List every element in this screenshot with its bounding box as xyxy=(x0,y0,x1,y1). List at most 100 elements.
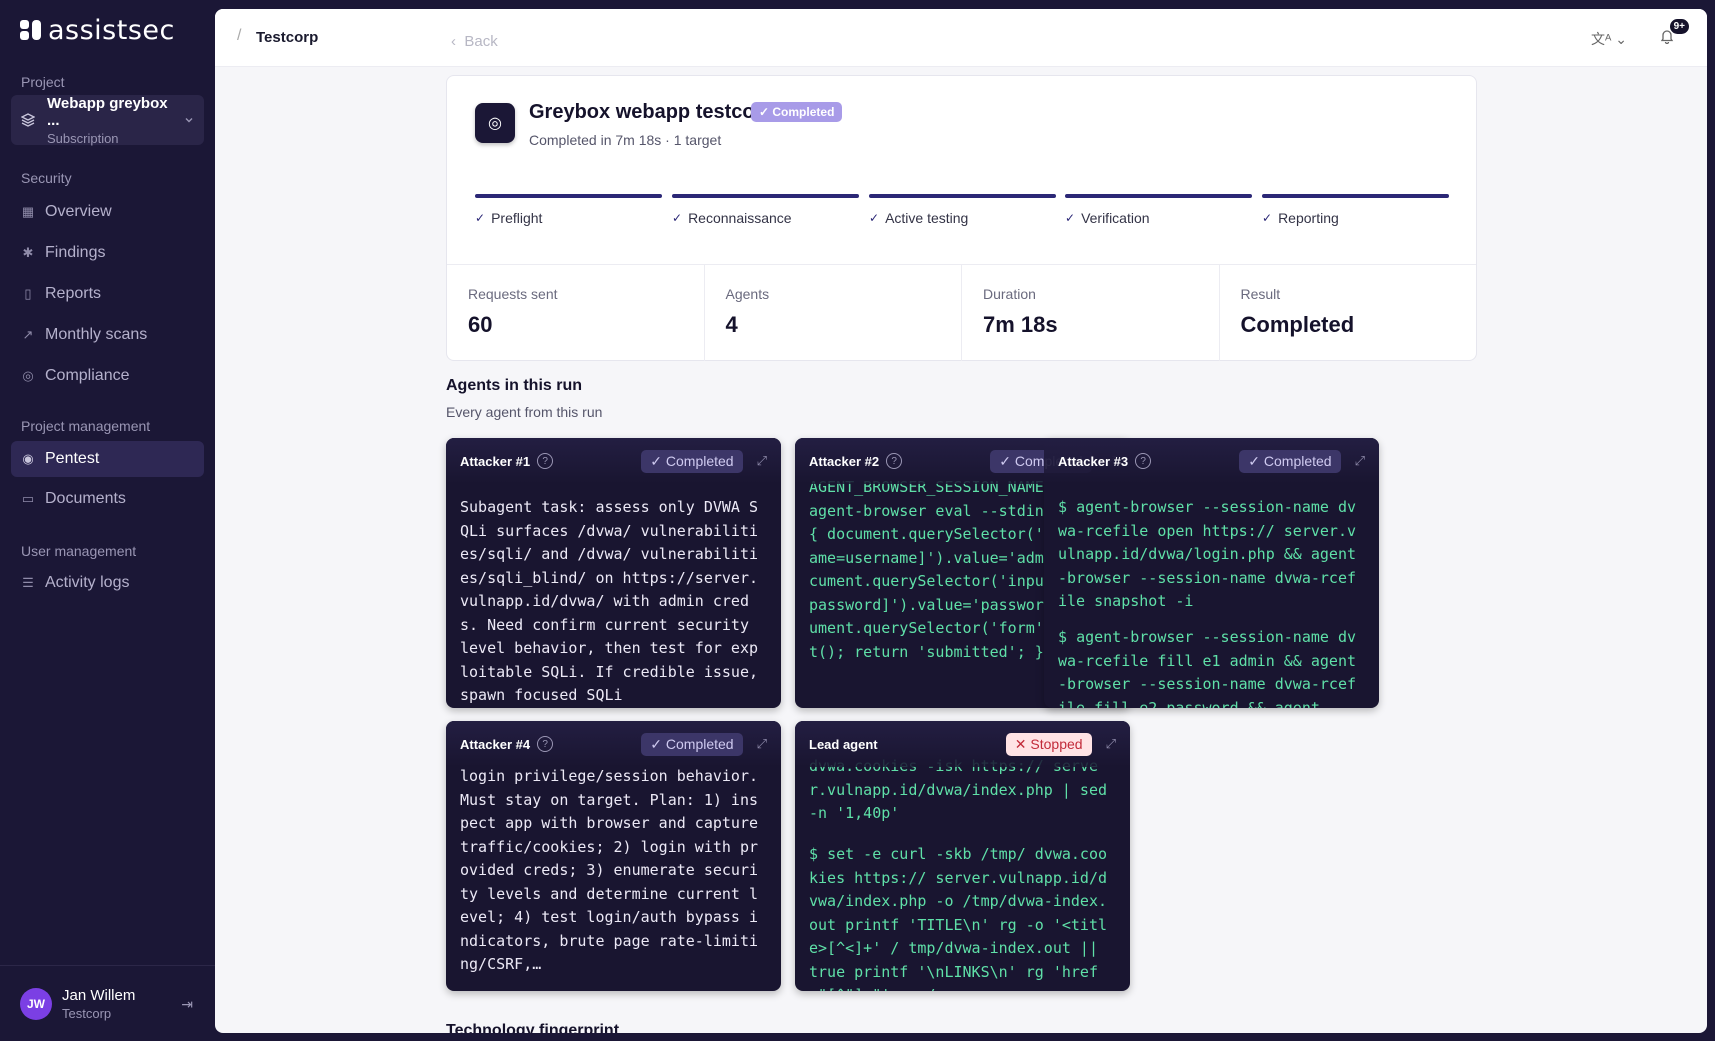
chevron-down-icon xyxy=(185,118,193,123)
avatar: JW xyxy=(20,987,52,1020)
user-profile[interactable]: JW Jan Willem Testcorp ⇥ xyxy=(0,965,215,1041)
nav-reports[interactable]: ▯ Reports xyxy=(11,276,204,312)
user-org: Testcorp xyxy=(62,1005,112,1021)
expand-icon[interactable]: ⤢ xyxy=(757,453,767,469)
step-active-testing: ✓ Active testing xyxy=(869,194,1056,226)
run-summary-card: ◎ Greybox webapp testcorp ✓ Completed Co… xyxy=(446,75,1477,361)
translate-icon: 文ᴬ xyxy=(1591,31,1612,47)
agent-card-lead[interactable]: Lead agent ✕ Stopped ⤢ dvwa.cookies -isk… xyxy=(795,721,1130,991)
step-verification: ✓ Verification xyxy=(1065,194,1252,226)
stat-duration: Duration 7m 18s xyxy=(962,265,1220,361)
check-icon: ✓ xyxy=(475,211,486,225)
step-reconnaissance: ✓ Reconnaissance xyxy=(672,194,859,226)
agent-name: Attacker #1 xyxy=(460,453,531,469)
layers-icon xyxy=(21,113,35,127)
language-selector[interactable]: 文ᴬ ⌄ xyxy=(1591,29,1627,49)
step-reporting: ✓ Reporting xyxy=(1262,194,1449,226)
nav-label: Findings xyxy=(45,244,106,261)
nav-pentest[interactable]: ◉ Pentest xyxy=(11,441,204,477)
expand-icon[interactable]: ⤢ xyxy=(1106,736,1116,752)
nav-activity-logs[interactable]: ☰ Activity logs xyxy=(11,565,204,601)
agent-card-header: Lead agent ✕ Stopped ⤢ xyxy=(795,721,1130,767)
step-label: Active testing xyxy=(885,210,969,226)
command-line: set -e curl -skb /tmp/ dvwa.cookies http… xyxy=(809,845,1108,991)
stat-label: Duration xyxy=(983,286,1036,302)
agent-output: login privilege/session behavior. Must s… xyxy=(460,767,768,973)
status-badge: ✓ Completed xyxy=(641,732,743,756)
list-icon: ☰ xyxy=(22,575,34,590)
status-label: Stopped xyxy=(1030,735,1083,752)
target-icon: ◉ xyxy=(22,451,34,466)
logo-text: assistsec xyxy=(48,14,175,46)
agent-card-header: Attacker #1 ? ✓ Completed ⤢ xyxy=(446,438,781,484)
logo-mark-icon xyxy=(20,20,42,40)
agent-card-attacker-4[interactable]: Attacker #4 ? ✓ Completed ⤢ login privil… xyxy=(446,721,781,991)
trend-icon: ↗ xyxy=(22,327,34,342)
nav-label: Overview xyxy=(45,203,112,220)
agent-card-attacker-3[interactable]: Attacker #3 ? ✓ Completed ⤢ $ agent-brow… xyxy=(1044,438,1379,708)
stat-value: 4 xyxy=(725,312,738,337)
nav-findings[interactable]: ✱ Findings xyxy=(11,235,204,271)
security-heading: Security xyxy=(21,170,72,186)
sidebar: assistsec Project Webapp greybox ... Sub… xyxy=(0,0,215,1041)
nav-label: Activity logs xyxy=(45,574,130,591)
file-icon: ▯ xyxy=(24,286,32,301)
agent-card-attacker-1[interactable]: Attacker #1 ? ✓ Completed ⤢ Subagent tas… xyxy=(446,438,781,708)
project-management-heading: Project management xyxy=(21,418,151,434)
help-icon[interactable]: ? xyxy=(537,736,554,752)
run-subtitle: Completed in 7m 18s · 1 target xyxy=(529,132,722,148)
agent-output: $ agent-browser --session-name dvwa-rcef… xyxy=(1058,498,1357,610)
nav-label: Pentest xyxy=(45,450,100,467)
target-icon: ◎ xyxy=(475,103,515,143)
stat-value: 60 xyxy=(468,312,493,337)
agent-output: $ set -e curl -skb /tmp/ dvwa.cookies ht… xyxy=(809,843,1116,991)
project-selector[interactable]: Webapp greybox ... Subscription xyxy=(11,95,204,146)
stat-agents: Agents 4 xyxy=(705,265,962,361)
status-badge: ✕ Stopped xyxy=(1005,732,1092,756)
status-badge: ✓ Completed xyxy=(751,102,843,122)
status-badge: ✓ Completed xyxy=(641,449,743,473)
help-icon[interactable]: ? xyxy=(1135,453,1152,469)
expand-icon[interactable]: ⤢ xyxy=(1355,453,1365,469)
run-title: Greybox webapp testcorp xyxy=(529,101,775,123)
check-icon: ✓ xyxy=(1065,211,1076,225)
step-label: Reporting xyxy=(1278,210,1339,226)
grid-icon: ▦ xyxy=(21,204,35,219)
agent-name: Attacker #4 xyxy=(460,736,531,752)
breadcrumb[interactable]: Testcorp xyxy=(256,29,318,46)
help-icon[interactable]: ? xyxy=(886,453,903,469)
nav-documents[interactable]: ▭ Documents xyxy=(11,481,204,517)
nav-label: Reports xyxy=(45,285,102,302)
agent-name: Attacker #3 xyxy=(1058,453,1129,469)
check-icon: ✓ xyxy=(672,211,683,225)
command-line: agent-browser --session-name dvwa-rcefil… xyxy=(1058,628,1357,708)
expand-icon[interactable]: ⤢ xyxy=(757,736,767,752)
help-icon[interactable]: ? xyxy=(537,453,554,469)
project-plan: Subscription xyxy=(47,130,119,146)
nav-compliance[interactable]: ◎ Compliance xyxy=(11,358,204,394)
stat-result: Result Completed xyxy=(1220,265,1477,361)
agent-card-header: Attacker #4 ? ✓ Completed ⤢ xyxy=(446,721,781,767)
check-icon: ✓ xyxy=(1262,211,1273,225)
stat-label: Agents xyxy=(725,286,770,302)
agent-name: Lead agent xyxy=(809,736,878,752)
folder-icon: ▭ xyxy=(21,491,35,506)
nav-overview[interactable]: ▦ Overview xyxy=(11,194,204,230)
back-button[interactable]: ‹ Back xyxy=(451,33,498,50)
chevron-left-icon: ‹ xyxy=(451,33,456,50)
stat-label: Result xyxy=(1240,286,1281,302)
nav-label: Compliance xyxy=(45,367,130,384)
nav-monthly-scans[interactable]: ↗ Monthly scans xyxy=(11,317,204,353)
logo[interactable]: assistsec xyxy=(20,14,175,46)
project-heading: Project xyxy=(21,74,65,90)
status-badge-label: Completed xyxy=(772,105,835,119)
step-label: Preflight xyxy=(491,210,543,226)
agent-output: $ agent-browser --session-name dvwa-rcef… xyxy=(1058,626,1365,708)
logout-icon[interactable]: ⇥ xyxy=(181,996,193,1013)
stat-value: Completed xyxy=(1240,312,1355,337)
user-management-heading: User management xyxy=(21,543,137,559)
stat-label: Requests sent xyxy=(468,286,558,302)
step-label: Verification xyxy=(1081,210,1150,226)
user-name: Jan Willem xyxy=(62,986,136,1004)
main-panel: / Testcorp ‹ Back 文ᴬ ⌄ 9+ ◎ Greybox weba… xyxy=(215,9,1707,1033)
